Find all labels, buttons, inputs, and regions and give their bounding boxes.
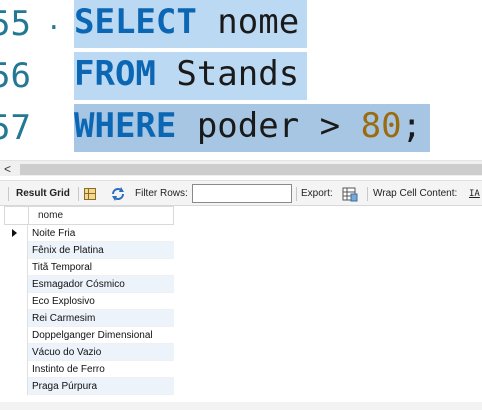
refresh-icon[interactable] xyxy=(110,186,126,202)
row-selector[interactable] xyxy=(4,242,28,259)
row-selector[interactable] xyxy=(4,276,28,293)
current-row-pointer-icon xyxy=(12,229,17,237)
grid-header: nome xyxy=(4,206,174,225)
filter-rows-input[interactable] xyxy=(192,184,292,203)
line-number: 56 xyxy=(0,52,70,104)
grid-corner[interactable] xyxy=(5,207,29,224)
table-cell-nome[interactable]: Doppelganger Dimensional xyxy=(28,327,174,344)
table-cell-nome[interactable]: Titã Temporal xyxy=(28,259,174,276)
table-cell-nome[interactable]: Instinto de Ferro xyxy=(28,361,174,378)
table-row[interactable]: Doppelganger Dimensional xyxy=(4,327,174,344)
scrollbar-thumb[interactable] xyxy=(20,164,482,175)
table-row[interactable]: Praga Púrpura xyxy=(4,378,174,395)
code-text[interactable]: WHERE poder > 80; xyxy=(74,104,431,152)
export-label: Export: xyxy=(301,188,333,199)
line-number-text: 56 xyxy=(0,56,31,96)
scroll-left-arrow-icon[interactable]: < xyxy=(4,161,11,177)
row-selector[interactable] xyxy=(4,259,28,276)
table-row[interactable]: Instinto de Ferro xyxy=(4,361,174,378)
row-selector[interactable] xyxy=(4,378,28,395)
code-text[interactable]: FROM Stands xyxy=(74,52,308,100)
line-number-text: 55 xyxy=(0,4,31,44)
result-grid-tab[interactable]: Result Grid xyxy=(16,181,70,207)
toolbar-separator xyxy=(296,187,297,201)
result-toolbar: Result Grid Filter Rows: Export: Wrap Ce… xyxy=(0,180,482,206)
table-cell-nome[interactable]: Esmagador Cósmico xyxy=(28,276,174,293)
sql-editor[interactable]: 55 · SELECT nome 56 FROM Stands 57 WHERE poder… xyxy=(0,0,482,155)
row-selector[interactable] xyxy=(4,310,28,327)
wrap-cell-content-label: Wrap Cell Content: xyxy=(373,188,458,199)
row-selector[interactable] xyxy=(4,361,28,378)
row-selector[interactable] xyxy=(4,344,28,361)
line-number: 55 · xyxy=(0,0,70,52)
sql-text: Stands xyxy=(155,54,300,94)
table-row[interactable]: Rei Carmesim xyxy=(4,310,174,327)
sql-keyword: FROM xyxy=(74,54,156,94)
table-row[interactable]: Fênix de Platina xyxy=(4,242,174,259)
table-cell-nome[interactable]: Fênix de Platina xyxy=(28,242,174,259)
wrap-cell-content-icon[interactable]: IA xyxy=(469,181,480,207)
editor-line[interactable]: 57 WHERE poder > 80; xyxy=(0,104,482,155)
column-header-nome[interactable]: nome xyxy=(38,207,63,224)
table-row[interactable]: Esmagador Cósmico xyxy=(4,276,174,293)
line-number: 57 xyxy=(0,104,70,155)
table-cell-nome[interactable]: Rei Carmesim xyxy=(28,310,174,327)
table-row[interactable]: Vácuo do Vazio xyxy=(4,344,174,361)
editor-line[interactable]: 56 FROM Stands xyxy=(0,52,482,104)
editor-horizontal-scrollbar[interactable]: < xyxy=(0,160,482,176)
sql-number: 80 xyxy=(360,106,402,146)
toolbar-separator xyxy=(8,187,9,201)
table-cell-nome[interactable]: Vácuo do Vazio xyxy=(28,344,174,361)
table-row[interactable]: Eco Explosivo xyxy=(4,293,174,310)
sql-text: ; xyxy=(401,106,423,146)
table-cell-nome[interactable]: Eco Explosivo xyxy=(28,293,174,310)
sql-keyword: SELECT xyxy=(74,2,197,42)
row-selector[interactable] xyxy=(4,225,28,242)
table-row[interactable]: Noite Fria xyxy=(4,225,174,242)
grid-view-icon[interactable] xyxy=(84,188,96,200)
result-grid[interactable]: nome Noite Fria Fênix de Platina Titã Temp… xyxy=(4,206,174,400)
filter-rows-label: Filter Rows: xyxy=(135,188,188,199)
table-cell-nome[interactable]: Praga Púrpura xyxy=(28,378,174,395)
table-row[interactable]: Titã Temporal xyxy=(4,259,174,276)
sql-keyword: WHERE xyxy=(74,106,177,146)
toolbar-separator xyxy=(78,187,79,201)
grid-bottom-edge xyxy=(0,402,482,410)
table-cell-nome[interactable]: Noite Fria xyxy=(28,225,174,242)
editor-line[interactable]: 55 · SELECT nome xyxy=(0,0,482,52)
row-selector[interactable] xyxy=(4,293,28,310)
row-selector[interactable] xyxy=(4,327,28,344)
sql-text: nome xyxy=(196,2,300,42)
line-marker: · xyxy=(46,13,62,43)
toolbar-separator xyxy=(367,187,368,201)
sql-text: poder > xyxy=(176,106,361,146)
line-number-text: 57 xyxy=(0,108,31,148)
code-text[interactable]: SELECT nome xyxy=(74,0,308,48)
export-icon[interactable] xyxy=(342,186,358,202)
